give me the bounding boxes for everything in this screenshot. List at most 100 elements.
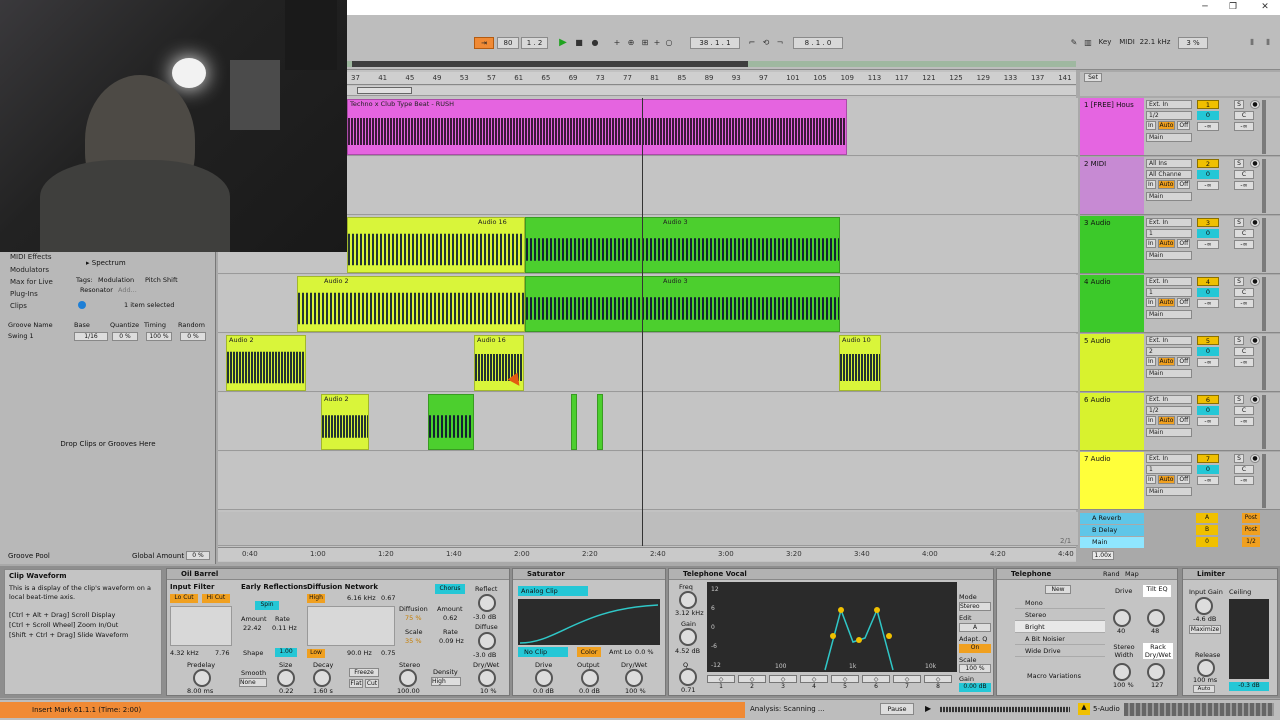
release-value[interactable]: 100 ms — [1193, 676, 1217, 684]
high-freq[interactable]: 6.16 kHz — [347, 594, 376, 602]
return-track-1[interactable]: A Reverb — [1080, 513, 1144, 524]
return-post-toggle[interactable]: 1/2 — [1242, 537, 1260, 547]
eq-display[interactable]: 12 6 0 -6 -12 100 1k 10k — [707, 582, 957, 672]
tag-pitch-shift[interactable]: Pitch Shift — [145, 276, 178, 284]
groove-drop-zone[interactable]: Drop Clips or Grooves Here — [0, 440, 216, 448]
arm-button[interactable]: ● — [1250, 336, 1260, 345]
return-activator[interactable]: 0 — [1196, 537, 1218, 547]
diffusion-value[interactable]: 75 % — [405, 614, 422, 622]
clip-audio2-b[interactable]: Audio 2 — [226, 335, 306, 391]
draw-mode-icon[interactable]: ✎ — [1068, 37, 1080, 49]
punch-in-icon[interactable]: ⌐ — [746, 37, 758, 49]
input-channel-select[interactable]: 1 — [1146, 288, 1192, 297]
track-overview[interactable] — [1124, 703, 1274, 716]
send-b-field[interactable]: -∞ — [1234, 358, 1254, 367]
overdub-icon[interactable]: + — [611, 37, 623, 49]
input-type-select[interactable]: Ext. In — [1146, 454, 1192, 463]
clip-audio16-a[interactable]: Audio 16 — [347, 217, 525, 273]
loop-icon[interactable]: ⟲ — [760, 37, 772, 49]
release-knob[interactable] — [1197, 659, 1215, 677]
punch-out-icon[interactable]: ¬ — [774, 37, 786, 49]
monitor-off[interactable]: Off — [1177, 121, 1191, 130]
loop-brace-strip[interactable] — [347, 86, 1076, 96]
preview-item[interactable]: ▸ Spectrum — [76, 257, 214, 269]
eq-band-4[interactable]: ◇ 4 — [800, 675, 828, 693]
automation-arm-icon[interactable]: ⊕ — [625, 37, 637, 49]
pan-field[interactable]: C — [1234, 406, 1254, 415]
clip-audio-small-1[interactable] — [428, 394, 474, 450]
pan-field[interactable]: C — [1234, 111, 1254, 120]
tempo-field[interactable]: 80 — [497, 37, 519, 49]
monitor-off[interactable]: Off — [1177, 416, 1191, 425]
loop-brace[interactable] — [357, 87, 412, 94]
metronome-icon[interactable]: ○ — [663, 37, 675, 49]
track-activator[interactable]: 4 — [1197, 277, 1219, 286]
output-value[interactable]: 0.0 dB — [579, 687, 600, 695]
eq-band-1[interactable]: ◇ 1 — [707, 675, 735, 693]
output-gain-field[interactable]: 0.00 dB — [959, 683, 991, 692]
device-title[interactable]: Telephone — [997, 569, 1177, 580]
pan-field[interactable]: C — [1234, 229, 1254, 238]
clip-audio3-a[interactable]: Audio 3 — [525, 217, 840, 273]
eq-band-7[interactable]: ◇ 7 — [893, 675, 921, 693]
send-a-field[interactable]: -∞ — [1197, 358, 1219, 367]
amount-value[interactable]: 22.42 — [243, 624, 262, 632]
tag-add[interactable]: Add... — [118, 286, 137, 294]
stop-icon[interactable]: ■ — [573, 37, 585, 49]
input-channel-select[interactable]: 1/2 — [1146, 111, 1192, 120]
output-select[interactable]: Main — [1146, 192, 1192, 201]
return-lanes[interactable] — [218, 512, 1078, 546]
drive-value[interactable]: 0.0 dB — [533, 687, 554, 695]
clip-audio2-c[interactable]: Audio 2 — [321, 394, 369, 450]
track-header-5[interactable]: 5 Audio — [1080, 334, 1144, 392]
arrangement-position[interactable]: 38 . 1 . 1 — [690, 37, 740, 49]
size-knob[interactable] — [277, 669, 295, 687]
chorus-toggle[interactable]: Chorus — [435, 584, 465, 594]
output-select[interactable]: Main — [1146, 369, 1192, 378]
variation-item[interactable]: A Bit Noisier — [1015, 633, 1105, 645]
eq-band-2[interactable]: ◇ 2 — [738, 675, 766, 693]
monitor-in[interactable]: In — [1146, 475, 1156, 484]
volume-field[interactable]: 0 — [1197, 406, 1219, 415]
drive-knob[interactable] — [535, 669, 553, 687]
monitor-auto[interactable]: Auto — [1157, 121, 1176, 130]
clip-audio2-a[interactable]: Audio 2 — [297, 276, 525, 332]
send-a-field[interactable]: -∞ — [1197, 417, 1219, 426]
track-name[interactable]: 6 Audio — [1084, 396, 1111, 404]
lo-cut-toggle[interactable]: Lo Cut — [170, 594, 198, 603]
overview-icon-2[interactable]: ⦀ — [1262, 37, 1274, 49]
track-name[interactable]: 4 Audio — [1084, 278, 1111, 286]
input-type-select[interactable]: Ext. In — [1146, 218, 1192, 227]
chorus-rate-value[interactable]: 0.09 Hz — [439, 637, 464, 645]
time-ruler[interactable]: 0:40 1:00 1:20 1:40 2:00 2:20 2:40 3:00 3:20 3:40… — [218, 547, 1076, 561]
groove-quantize[interactable]: 0 % — [112, 332, 138, 341]
low-value[interactable]: 0.75 — [381, 649, 395, 657]
arm-button[interactable]: ● — [1250, 277, 1260, 286]
input-channel-select[interactable]: All Channe — [1146, 170, 1192, 179]
signature-field[interactable]: 1 . 2 — [521, 37, 548, 49]
track-activator[interactable]: 7 — [1197, 454, 1219, 463]
monitor-auto[interactable]: Auto — [1157, 180, 1176, 189]
ceiling-meter[interactable] — [1229, 599, 1269, 679]
clip-audio-small-2[interactable] — [571, 394, 577, 450]
send-b-field[interactable]: -∞ — [1234, 240, 1254, 249]
track-activator[interactable]: 6 — [1197, 395, 1219, 404]
play-preview-icon[interactable]: ▶ — [925, 704, 931, 713]
arm-button[interactable]: ● — [1250, 454, 1260, 463]
monitor-in[interactable]: In — [1146, 121, 1156, 130]
diffuse-value[interactable]: -3.0 dB — [473, 651, 496, 659]
track-header-3[interactable]: 3 Audio — [1080, 216, 1144, 274]
overview-viewport[interactable] — [352, 61, 748, 67]
maximize-button[interactable]: Maximize — [1189, 625, 1221, 634]
track-activator[interactable]: 3 — [1197, 218, 1219, 227]
clip-audio10[interactable]: Audio 10 — [839, 335, 881, 391]
eq-band-8[interactable]: ◇ 8 — [924, 675, 952, 693]
send-a-field[interactable]: -∞ — [1197, 122, 1219, 131]
tap-tempo-button[interactable]: ⇥ — [474, 37, 494, 49]
input-channel-select[interactable]: 1/2 — [1146, 406, 1192, 415]
track-header-4[interactable]: 4 Audio — [1080, 275, 1144, 333]
band-type-icon[interactable]: ◇ — [769, 675, 797, 683]
drywet-value[interactable]: 10 % — [480, 687, 497, 695]
groove-name[interactable]: Swing 1 — [8, 332, 34, 340]
device-title[interactable]: Limiter — [1183, 569, 1277, 580]
